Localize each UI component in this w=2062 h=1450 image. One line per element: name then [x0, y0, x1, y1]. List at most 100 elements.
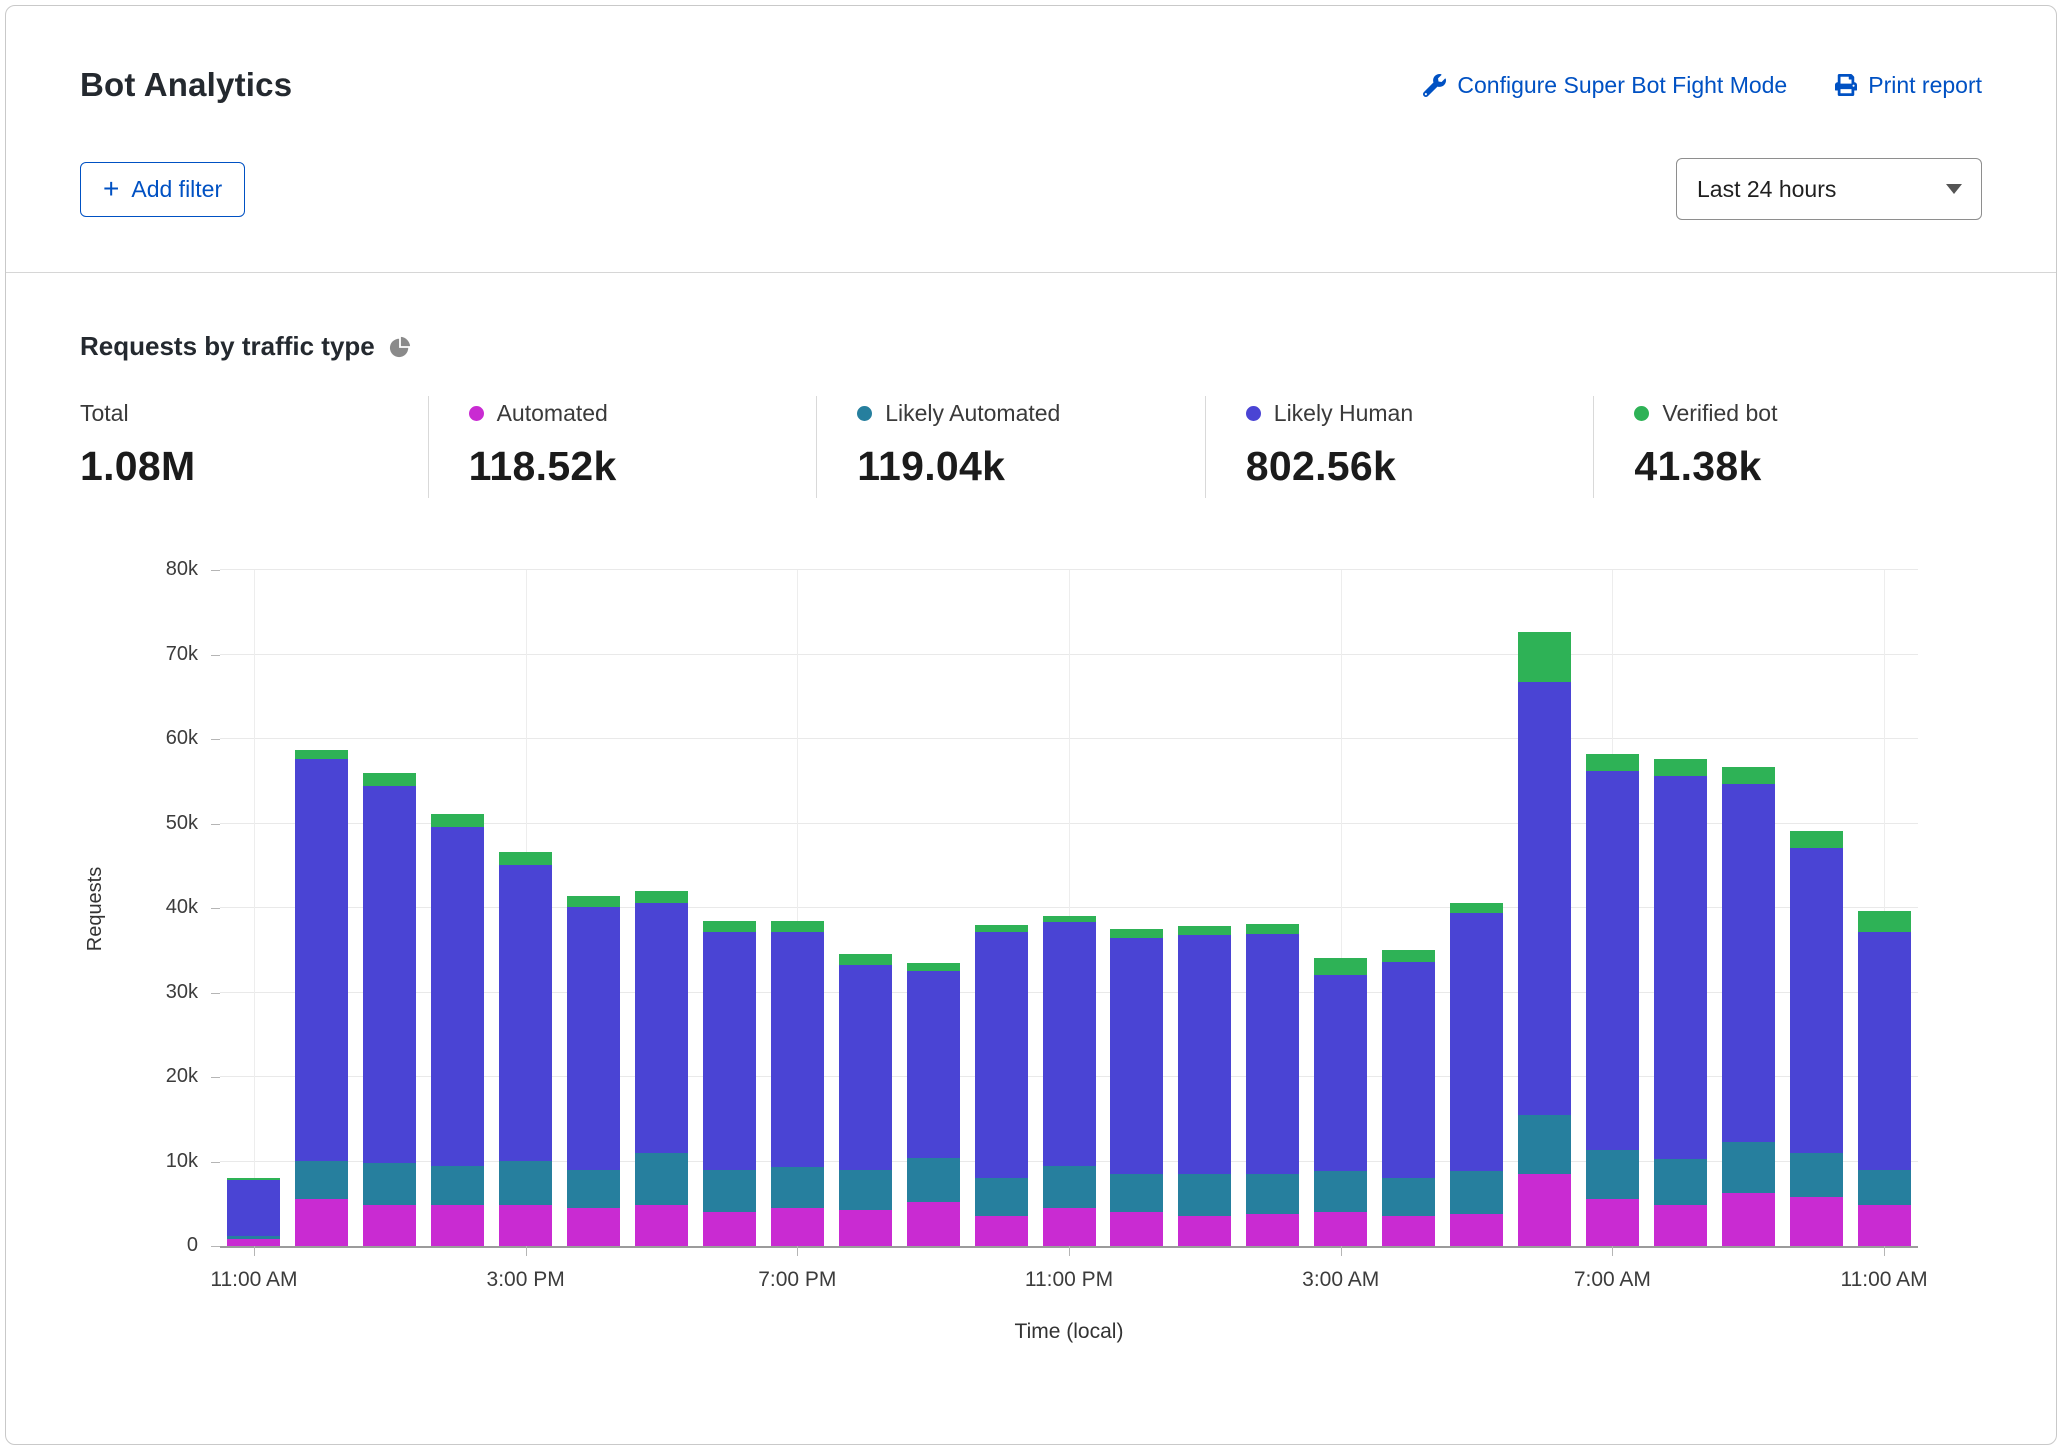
- bar-segment-likely-automated: [975, 1178, 1028, 1216]
- stacked-bar: [295, 750, 348, 1246]
- bar-column[interactable]: [763, 570, 831, 1246]
- chevron-down-icon: [1945, 183, 1963, 195]
- section-title: Requests by traffic type: [80, 331, 375, 362]
- bar-column[interactable]: [695, 570, 763, 1246]
- x-tick-label: 11:00 AM: [210, 1268, 297, 1292]
- bar-segment-automated: [431, 1205, 484, 1246]
- bar-segment-likely-human: [907, 971, 960, 1157]
- bar-column[interactable]: [1171, 570, 1239, 1246]
- bar-column[interactable]: [560, 570, 628, 1246]
- bar-column[interactable]: [492, 570, 560, 1246]
- bar-segment-automated: [499, 1205, 552, 1246]
- bar-segment-likely-automated: [1246, 1174, 1299, 1214]
- page-title: Bot Analytics: [80, 66, 292, 104]
- bar-segment-automated: [1110, 1212, 1163, 1246]
- bar-column[interactable]: [424, 570, 492, 1246]
- bar-column[interactable]: [1375, 570, 1443, 1246]
- x-tick-mark: [526, 1246, 527, 1256]
- bar-segment-verified-bot: [1722, 767, 1775, 784]
- stacked-bar: [1790, 831, 1843, 1246]
- print-report-link[interactable]: Print report: [1835, 72, 1982, 99]
- y-tick-label: 40k: [118, 896, 198, 919]
- filter-controls: + Add filter Last 24 hours: [80, 158, 1982, 220]
- bar-column[interactable]: [1511, 570, 1579, 1246]
- x-tick-label: 11:00 AM: [1840, 1268, 1927, 1292]
- bar-segment-likely-automated: [1043, 1166, 1096, 1208]
- add-filter-label: Add filter: [131, 176, 222, 203]
- stacked-bar: [635, 891, 688, 1246]
- stat-total-label: Total: [80, 400, 129, 427]
- bar-segment-verified-bot: [635, 891, 688, 903]
- stacked-bar: [499, 852, 552, 1246]
- bar-column[interactable]: [967, 570, 1035, 1246]
- y-tick-label: 10k: [118, 1150, 198, 1173]
- time-range-select[interactable]: Last 24 hours: [1676, 158, 1982, 220]
- print-link-label: Print report: [1868, 72, 1982, 99]
- bar-column[interactable]: [1443, 570, 1511, 1246]
- stat-verified-bot: Verified bot 41.38k: [1593, 396, 1982, 498]
- bar-column[interactable]: [1714, 570, 1782, 1246]
- bar-segment-automated: [1382, 1216, 1435, 1247]
- bar-segment-automated: [839, 1210, 892, 1246]
- bar-segment-automated: [227, 1239, 280, 1246]
- bar-segment-automated: [1518, 1174, 1571, 1246]
- bar-segment-likely-human: [1246, 934, 1299, 1174]
- bar-segment-likely-automated: [1722, 1142, 1775, 1193]
- bar-segment-verified-bot: [1450, 903, 1503, 913]
- bar-segment-verified-bot: [1518, 632, 1571, 683]
- bar-column[interactable]: [1307, 570, 1375, 1246]
- y-tick-label: 20k: [118, 1065, 198, 1088]
- bar-column[interactable]: [220, 570, 288, 1246]
- bar-segment-automated: [975, 1216, 1028, 1246]
- stat-verified-bot-value: 41.38k: [1634, 443, 1972, 490]
- y-tick-label: 30k: [118, 981, 198, 1004]
- y-tick-mark: [211, 993, 220, 994]
- stacked-bar: [907, 963, 960, 1246]
- bar-segment-verified-bot: [1314, 958, 1367, 975]
- bar-column[interactable]: [1103, 570, 1171, 1246]
- bar-segment-automated: [1246, 1214, 1299, 1246]
- bar-column[interactable]: [899, 570, 967, 1246]
- stacked-bar: [227, 1178, 280, 1246]
- bar-column[interactable]: [1782, 570, 1850, 1246]
- bar-segment-verified-bot: [907, 963, 960, 971]
- bar-segment-likely-automated: [771, 1167, 824, 1208]
- pie-chart-icon: [389, 336, 411, 358]
- x-tick-mark: [1612, 1246, 1613, 1256]
- bar-segment-likely-human: [703, 932, 756, 1169]
- bar-segment-automated: [1043, 1208, 1096, 1246]
- bar-column[interactable]: [831, 570, 899, 1246]
- y-tick-label: 70k: [118, 643, 198, 666]
- bar-column[interactable]: [1850, 570, 1918, 1246]
- add-filter-button[interactable]: + Add filter: [80, 162, 245, 217]
- bar-column[interactable]: [1035, 570, 1103, 1246]
- bar-segment-automated: [1450, 1214, 1503, 1246]
- bar-segment-likely-automated: [839, 1170, 892, 1211]
- bar-segment-likely-automated: [567, 1170, 620, 1208]
- bar-column[interactable]: [1646, 570, 1714, 1246]
- bar-segment-likely-human: [975, 932, 1028, 1178]
- configure-super-bot-fight-mode-link[interactable]: Configure Super Bot Fight Mode: [1423, 72, 1787, 99]
- automated-dot-icon: [469, 406, 484, 421]
- bar-segment-likely-human: [295, 759, 348, 1162]
- stacked-bar: [431, 814, 484, 1246]
- bar-column[interactable]: [356, 570, 424, 1246]
- stats-row: Total 1.08M Automated 118.52k Likely Aut…: [80, 396, 1982, 498]
- bar-segment-likely-automated: [363, 1163, 416, 1205]
- bar-segment-likely-automated: [1178, 1174, 1231, 1216]
- bar-column[interactable]: [1239, 570, 1307, 1246]
- bar-column[interactable]: [1578, 570, 1646, 1246]
- x-tick-label: 3:00 AM: [1302, 1268, 1379, 1292]
- x-axis-title: Time (local): [220, 1320, 1918, 1344]
- stat-automated: Automated 118.52k: [428, 396, 817, 498]
- stat-total: Total 1.08M: [80, 396, 428, 498]
- stat-likely-human-label: Likely Human: [1274, 400, 1413, 427]
- bar-segment-verified-bot: [1654, 759, 1707, 776]
- bar-segment-likely-human: [1586, 771, 1639, 1150]
- bar-column[interactable]: [288, 570, 356, 1246]
- bar-segment-verified-bot: [363, 773, 416, 786]
- stacked-bar: [975, 925, 1028, 1246]
- bar-segment-automated: [703, 1212, 756, 1246]
- x-tick-label: 7:00 AM: [1574, 1268, 1651, 1292]
- bar-column[interactable]: [628, 570, 696, 1246]
